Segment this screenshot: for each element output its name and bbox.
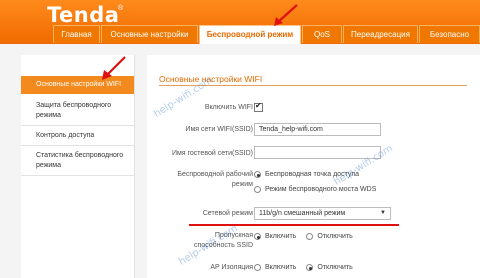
bandwidth-on-label: Включить	[265, 233, 297, 240]
checkmark-icon: ✔	[255, 101, 262, 110]
work-mode-wds-label: Режим беспроводного моста WDS	[265, 186, 377, 193]
top-header: Tenda ® Главная Основные настройки Беспр…	[0, 0, 480, 44]
sidebar-item-label: Статистика беспроводного режима	[36, 151, 124, 169]
ap-isolation-off-label: Отключить	[317, 264, 353, 271]
sidebar: Основные настройки WIFI Защита беспровод…	[21, 55, 135, 278]
work-mode-wds-option[interactable]: Режим беспроводного моста WDS	[254, 186, 376, 193]
ssid-input[interactable]: Tenda_help-wifi.com	[254, 123, 381, 136]
bandwidth-options: Включить Отключить	[254, 233, 353, 240]
tab-home[interactable]: Главная	[53, 25, 100, 43]
registered-mark: ®	[118, 5, 124, 12]
sidebar-item-label: Основные настройки WIFI	[36, 81, 122, 88]
enable-wifi-label: Включить WIFI	[204, 104, 253, 111]
arrow-to-sidebar-item-icon	[102, 56, 126, 80]
ap-isolation-on-label: Включить	[265, 264, 297, 271]
tab-security[interactable]: Безопасно	[419, 25, 480, 43]
radio-unselected-icon	[254, 186, 261, 193]
radio-selected-icon	[254, 171, 261, 178]
sidebar-item-label: Защита беспроводного режима	[36, 101, 112, 119]
tab-qos[interactable]: QoS	[302, 25, 342, 43]
sidebar-item-wireless-security[interactable]: Защита беспроводного режима	[21, 96, 134, 126]
net-mode-label: Сетевой режим	[202, 210, 253, 217]
ap-isolation-on-radio[interactable]	[254, 264, 261, 271]
guest-ssid-label: Имя гостевой сети(SSID)	[171, 150, 253, 157]
ap-isolation-options: Включить Отключить	[254, 264, 353, 271]
ap-isolation-label: AP Изоляция	[210, 264, 253, 271]
tab-wireless[interactable]: Беспроводной режим	[199, 25, 301, 44]
ssid-label: Имя сети WIFI(SSID)	[185, 126, 253, 133]
arrow-to-wireless-tab-icon	[274, 4, 298, 26]
net-mode-value: 11b/g/n смешанный режим	[259, 210, 346, 217]
bandwidth-off-radio[interactable]	[306, 233, 314, 240]
bandwidth-off-label: Отключить	[317, 233, 353, 240]
guest-ssid-input[interactable]	[254, 146, 381, 159]
sidebar-item-wireless-stats[interactable]: Статистика беспроводного режима	[21, 146, 134, 176]
dropdown-caret-icon: ▼	[380, 210, 386, 216]
tab-basic-settings[interactable]: Основные настройки	[101, 25, 198, 43]
sidebar-item-label: Контроль доступа	[36, 131, 95, 139]
tab-forwarding[interactable]: Переадресация	[343, 25, 418, 43]
enable-wifi-checkbox[interactable]: ✔	[254, 101, 263, 112]
highlight-underline	[189, 224, 399, 226]
work-mode-label: Беспроводной рабочий режим	[177, 171, 253, 188]
main-tabs: Главная Основные настройки Беспроводной …	[0, 25, 480, 44]
bandwidth-on-radio[interactable]	[254, 233, 261, 240]
ap-isolation-off-radio[interactable]	[306, 264, 314, 271]
net-mode-select[interactable]: 11b/g/n смешанный режим ▼	[254, 207, 391, 220]
sidebar-item-access-control[interactable]: Контроль доступа	[21, 126, 134, 146]
tenda-logo: Tenda	[47, 3, 120, 27]
